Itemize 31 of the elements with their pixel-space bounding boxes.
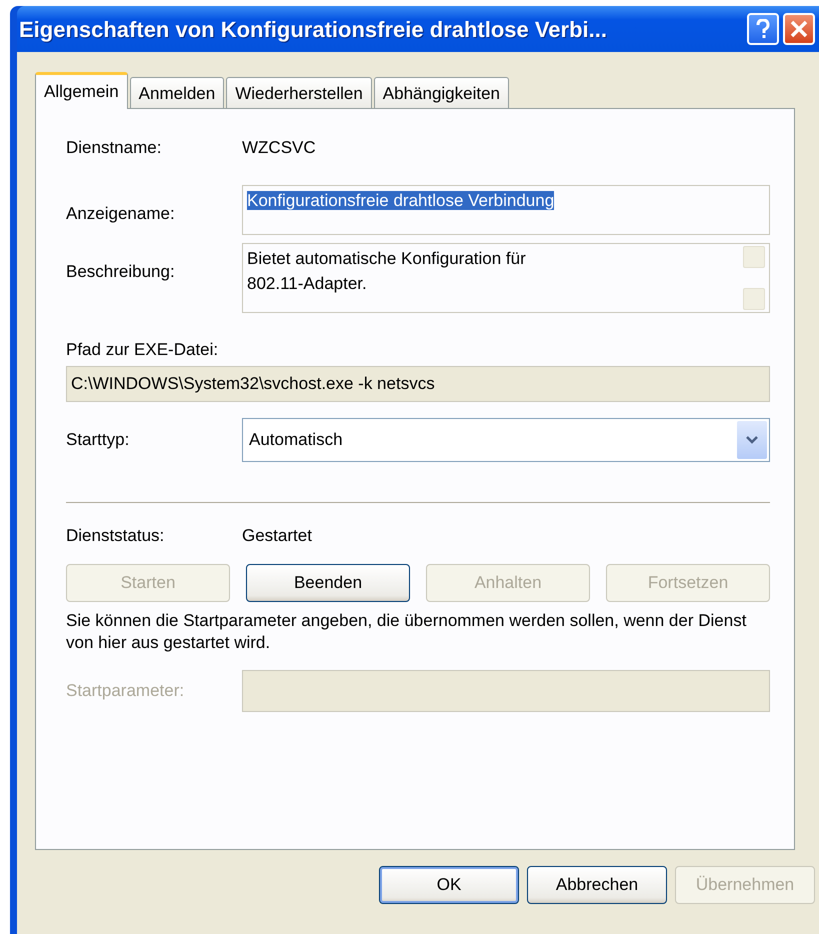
- scroll-up-button[interactable]: [743, 246, 765, 268]
- startup-type-dropdown[interactable]: Automatisch: [242, 418, 770, 462]
- scroll-down-button[interactable]: [743, 288, 765, 310]
- exe-path-field: C:\WINDOWS\System32\svchost.exe -k netsvcs: [66, 366, 770, 402]
- hint-text: Sie können die Startparameter angeben, die übernommen werden sollen, wenn der Dienst von hier aus gestartet wird.: [66, 610, 748, 654]
- tab[interactable]: Allgemein: [35, 72, 128, 109]
- service-status-value: Gestartet: [242, 524, 312, 546]
- help-button[interactable]: [747, 13, 779, 45]
- dialog-button[interactable]: Beenden: [246, 564, 410, 602]
- field-label: Beschreibung:: [66, 260, 176, 282]
- field-label: Pfad zur EXE-Datei:: [66, 338, 220, 360]
- tab[interactable]: Anmelden: [130, 77, 224, 108]
- close-icon: [790, 20, 808, 38]
- dialog-button[interactable]: Abbrechen: [527, 866, 667, 904]
- field-label: Dienstname:: [66, 137, 162, 159]
- description-line: 802.11-Adapter.: [247, 273, 368, 295]
- close-button[interactable]: [783, 13, 815, 45]
- field-label: Starttyp:: [66, 428, 130, 451]
- tab[interactable]: Wiederherstellen: [226, 77, 372, 108]
- description-line: Bietet automatische Konfiguration für: [247, 248, 527, 270]
- display-name-value: Konfigurationsfreie drahtlose Verbindung: [247, 190, 554, 210]
- start-parameters-field[interactable]: [242, 670, 770, 712]
- field-label: Startparameter:: [66, 680, 186, 702]
- help-icon: [756, 19, 770, 39]
- service-name-value: WZCSVC: [242, 137, 316, 159]
- window-title: Eigenschaften von Konfigurationsfreie drahtlose Verbi...: [19, 16, 608, 44]
- display-name-field[interactable]: Konfigurationsfreie drahtlose Verbindung: [242, 184, 770, 234]
- tab[interactable]: Abhängigkeiten: [374, 77, 509, 108]
- field-label: Dienststatus:: [66, 524, 166, 546]
- dialog-button[interactable]: OK: [379, 866, 519, 904]
- field-label: Anzeigename:: [66, 202, 176, 224]
